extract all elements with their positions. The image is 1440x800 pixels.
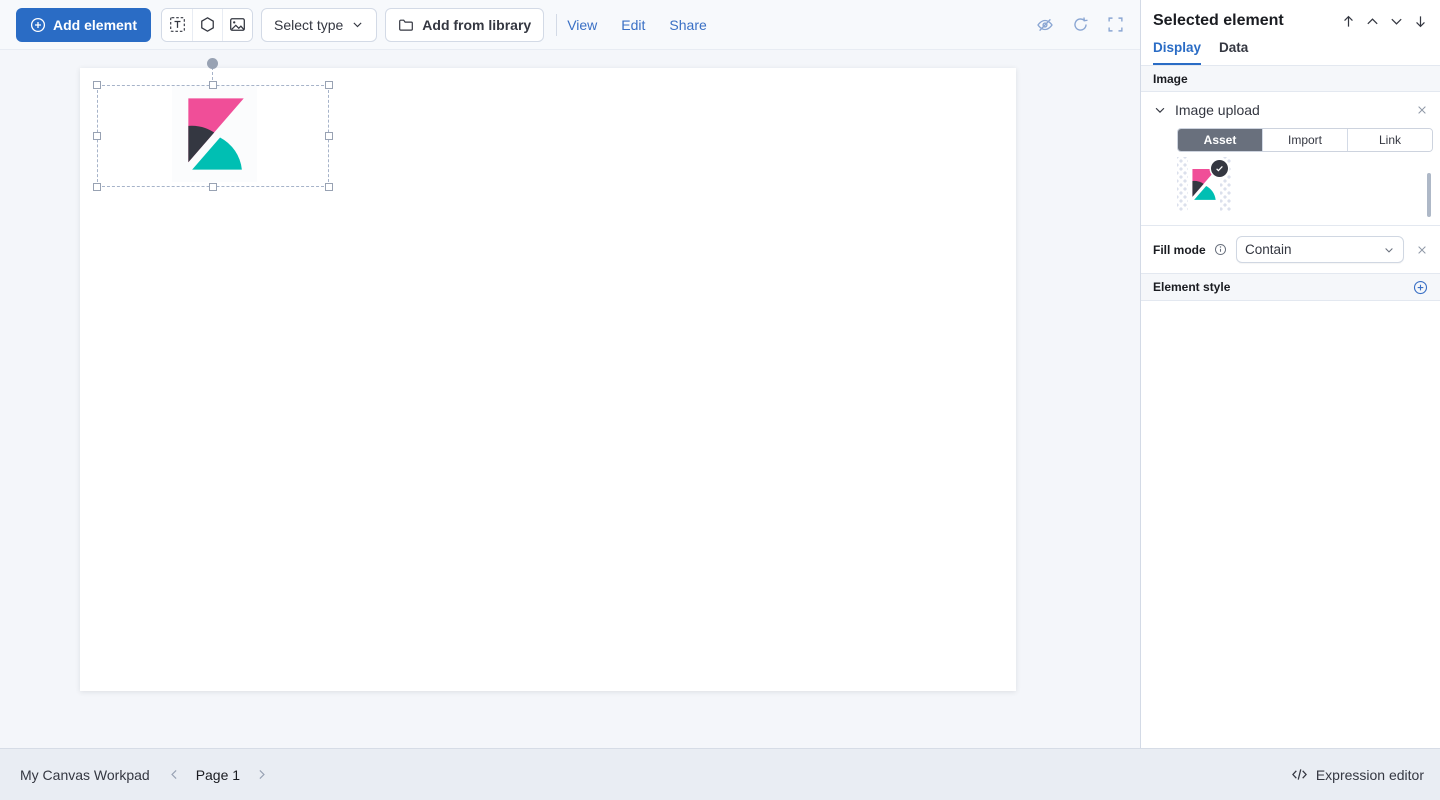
resize-handle-sw[interactable] [93, 183, 101, 191]
selected-image-element[interactable] [172, 85, 257, 182]
image-upload-label: Image upload [1175, 102, 1260, 118]
quick-create-group [161, 8, 253, 42]
send-to-back-icon[interactable] [1413, 14, 1428, 29]
image-upload-accordion[interactable]: Image upload [1141, 92, 1440, 126]
workpad-name[interactable]: My Canvas Workpad [20, 767, 150, 783]
info-icon[interactable] [1214, 243, 1227, 256]
chevron-down-icon [351, 18, 364, 31]
main-row: Add element [0, 0, 1440, 748]
image-upload-body: Asset Import Link [1141, 126, 1440, 225]
kibana-logo-image [185, 96, 245, 172]
current-page-label[interactable]: Page 1 [196, 767, 240, 783]
panel-header: Selected element [1141, 0, 1440, 40]
fill-mode-row: Fill mode Contain [1141, 225, 1440, 273]
image-source-group: Asset Import Link [1177, 128, 1433, 152]
add-element-label: Add element [53, 17, 137, 33]
resize-handle-se[interactable] [325, 183, 333, 191]
source-link-button[interactable]: Link [1347, 129, 1432, 151]
source-import-button[interactable]: Import [1262, 129, 1347, 151]
select-type-dropdown[interactable]: Select type [261, 8, 377, 42]
tab-data[interactable]: Data [1219, 40, 1248, 65]
selected-element-panel: Selected element Di [1140, 0, 1440, 748]
add-style-icon[interactable] [1413, 280, 1428, 295]
toolbar-right-icons [1036, 16, 1124, 34]
resize-handle-e[interactable] [325, 132, 333, 140]
workspace: Add element [0, 0, 1140, 748]
bring-forward-icon[interactable] [1365, 14, 1380, 29]
fill-mode-select[interactable]: Contain [1236, 236, 1404, 263]
image-icon [229, 16, 246, 33]
expression-editor-toggle[interactable]: Expression editor [1291, 766, 1424, 783]
remove-image-upload-icon[interactable] [1416, 104, 1428, 116]
panel-title: Selected element [1153, 12, 1284, 30]
panel-tabs: Display Data [1141, 40, 1440, 65]
element-style-header: Element style [1141, 273, 1440, 301]
image-section-header: Image [1141, 65, 1440, 92]
source-asset-button[interactable]: Asset [1178, 129, 1262, 151]
footer-bar: My Canvas Workpad Page 1 Expression edit… [0, 748, 1440, 800]
plus-circle-icon [30, 17, 46, 33]
code-icon [1291, 766, 1308, 783]
send-backward-icon[interactable] [1389, 14, 1404, 29]
fullscreen-icon[interactable] [1107, 16, 1124, 33]
resize-handle-s[interactable] [209, 183, 217, 191]
remove-fill-mode-icon[interactable] [1416, 244, 1428, 256]
tab-display[interactable]: Display [1153, 40, 1201, 65]
canvas-app: Add element [0, 0, 1440, 800]
menu-share[interactable]: Share [669, 17, 706, 33]
resize-handle-nw[interactable] [93, 81, 101, 89]
resize-handle-ne[interactable] [325, 81, 333, 89]
layer-order-controls [1341, 14, 1428, 29]
chevron-down-icon [1383, 244, 1395, 256]
image-element-button[interactable] [222, 9, 252, 41]
fill-mode-value: Contain [1245, 242, 1292, 257]
refresh-icon[interactable] [1072, 16, 1089, 33]
add-from-library-label: Add from library [422, 17, 531, 33]
hexagon-shape-icon [199, 16, 216, 33]
previous-page-icon[interactable] [168, 768, 181, 781]
add-element-button[interactable]: Add element [16, 8, 151, 42]
chevron-down-icon [1153, 103, 1167, 117]
expression-editor-label: Expression editor [1316, 767, 1424, 783]
text-element-icon [169, 16, 186, 33]
rotation-handle[interactable] [207, 58, 218, 69]
toolbar-divider [556, 14, 557, 36]
asset-selected-check-icon [1211, 160, 1228, 177]
asset-thumbnail[interactable] [1177, 157, 1231, 211]
hide-editing-controls-icon[interactable] [1036, 16, 1054, 34]
shape-element-button[interactable] [192, 9, 222, 41]
select-type-label: Select type [274, 17, 343, 33]
text-element-button[interactable] [162, 9, 192, 41]
resize-handle-n[interactable] [209, 81, 217, 89]
page-navigation: Page 1 [168, 767, 268, 783]
resize-handle-w[interactable] [93, 132, 101, 140]
menu-view[interactable]: View [567, 17, 597, 33]
fill-mode-label: Fill mode [1153, 243, 1206, 257]
menu-edit[interactable]: Edit [621, 17, 645, 33]
add-from-library-button[interactable]: Add from library [385, 8, 544, 42]
top-toolbar: Add element [0, 0, 1140, 50]
folder-icon [398, 17, 414, 33]
next-page-icon[interactable] [255, 768, 268, 781]
bring-to-front-icon[interactable] [1341, 14, 1356, 29]
panel-scrollbar[interactable] [1427, 173, 1431, 217]
